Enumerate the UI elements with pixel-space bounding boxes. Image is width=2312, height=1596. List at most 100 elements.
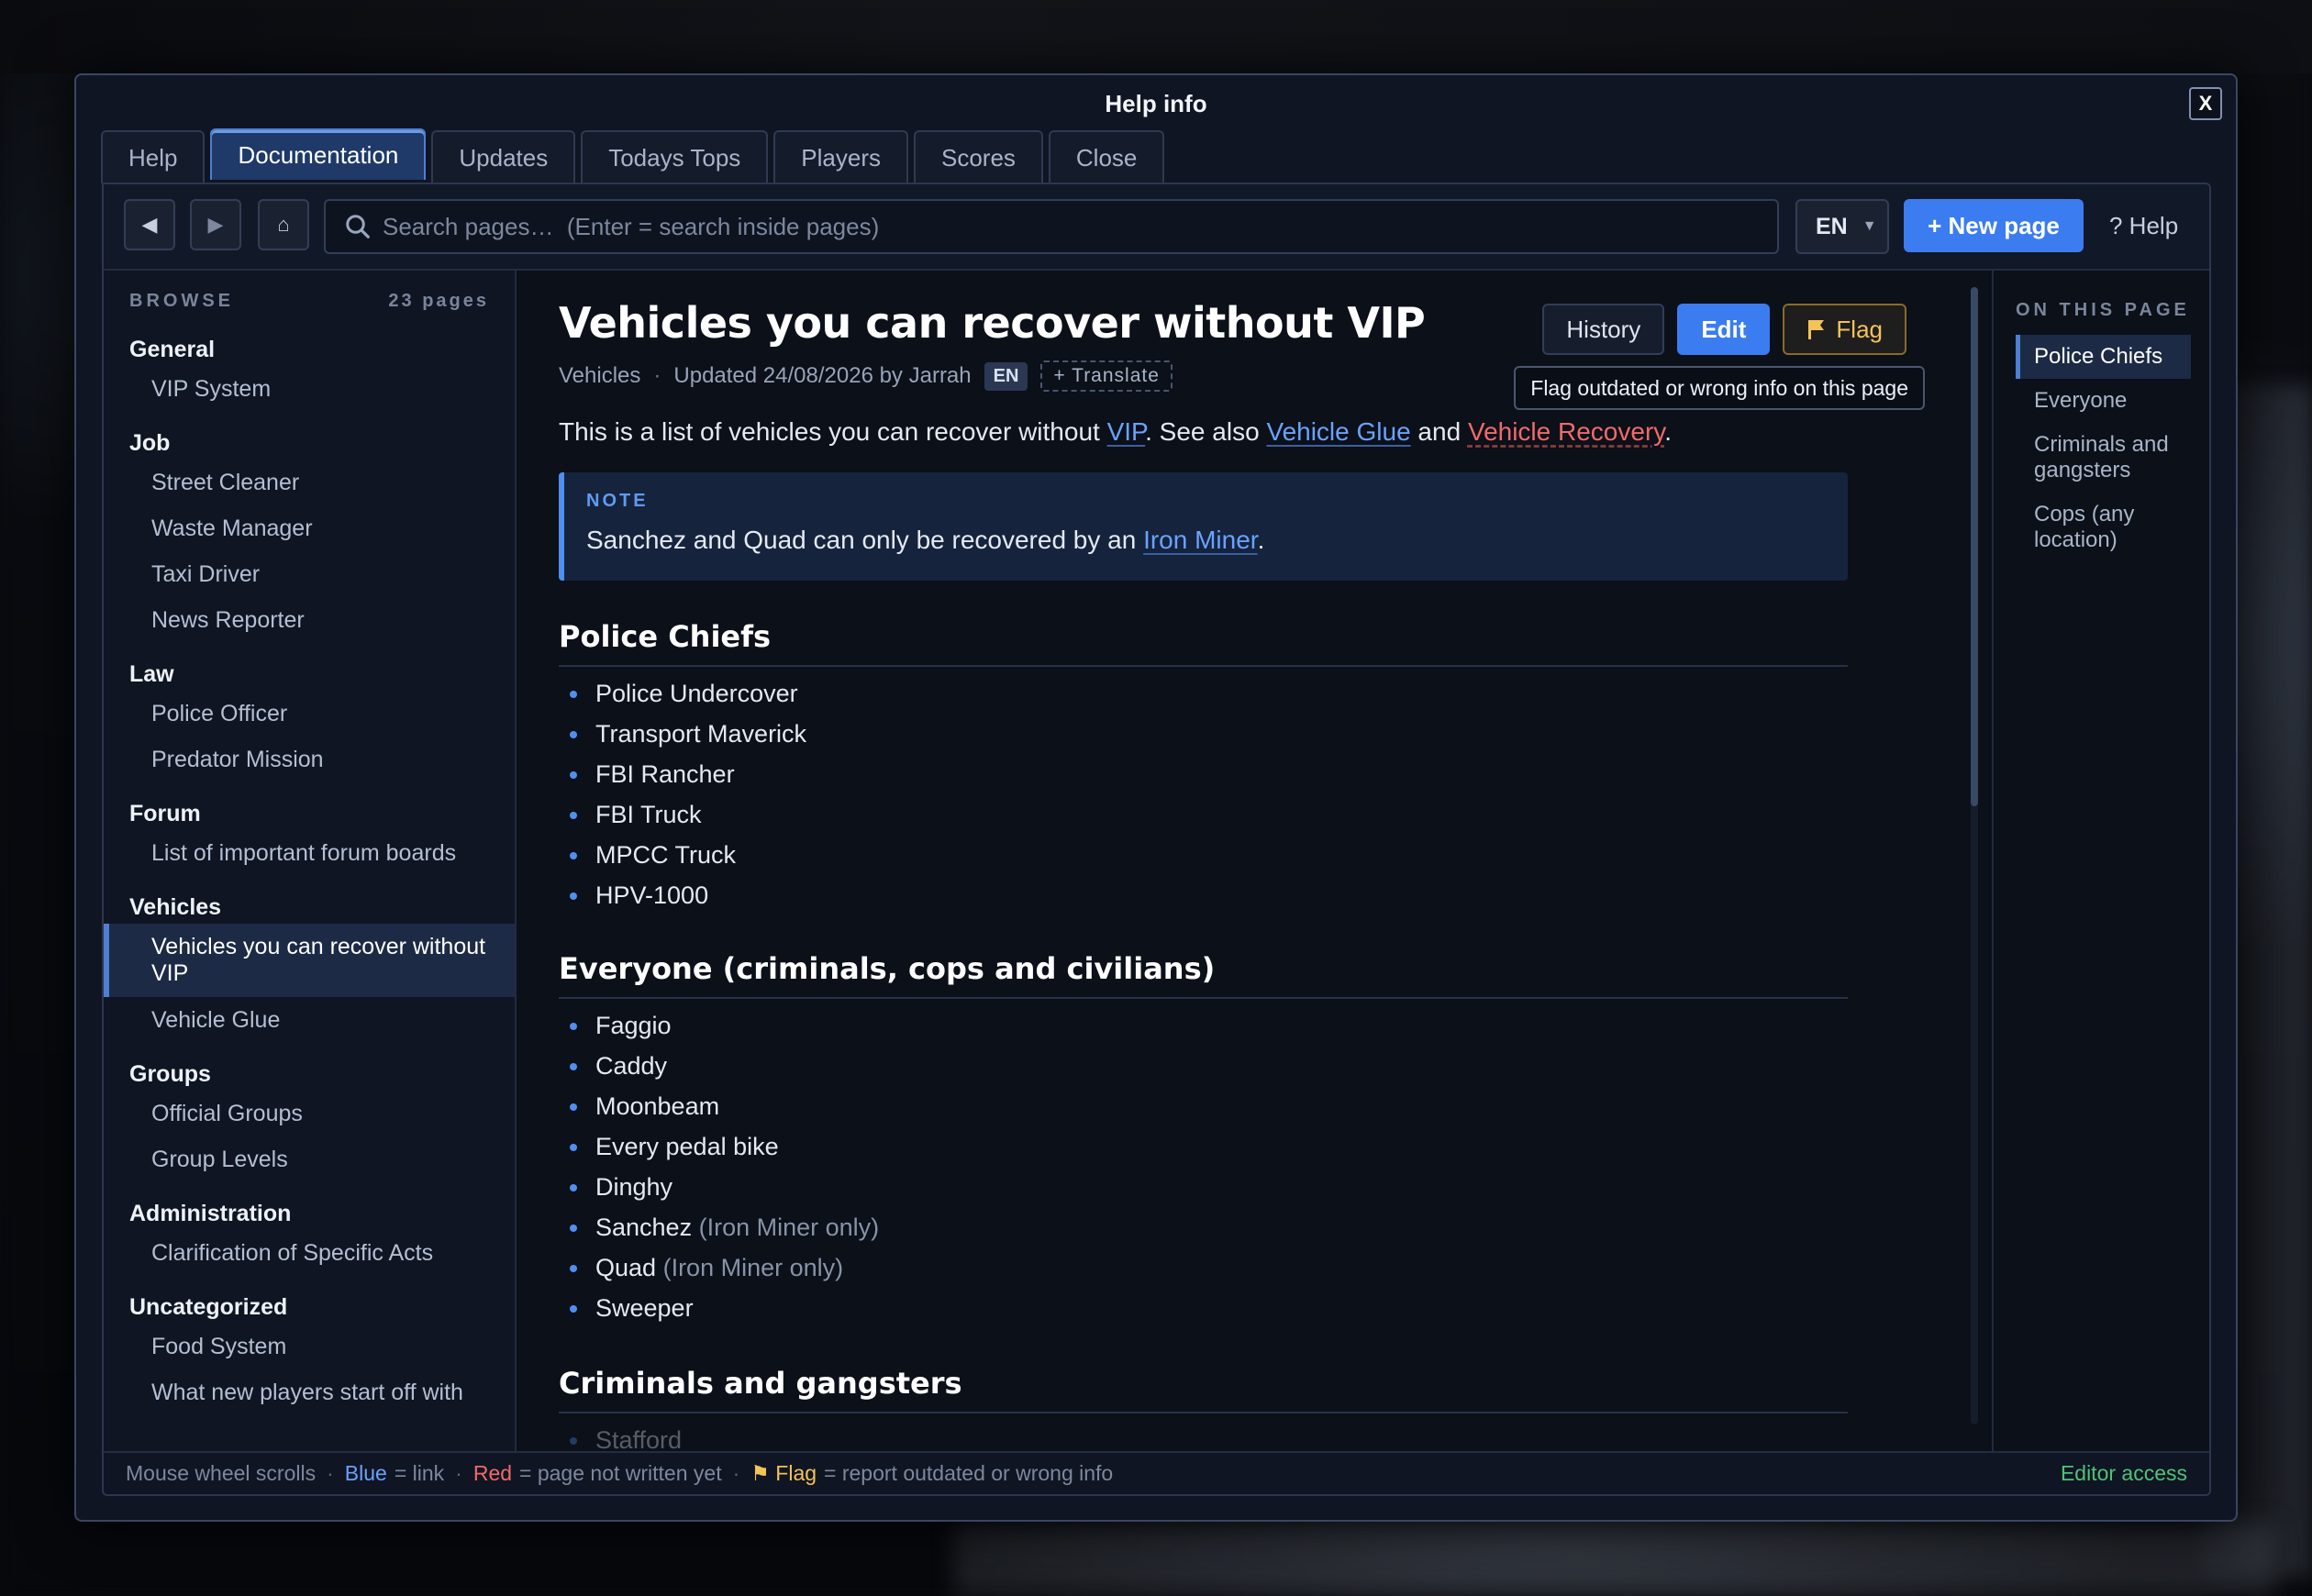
tab-players[interactable]: Players [773,130,908,183]
toc-item-cops[interactable]: Cops (any location) [2016,493,2191,562]
sidebar-item-vehicle-glue[interactable]: Vehicle Glue [104,997,515,1043]
help-window: Help info X Help Documentation Updates T… [74,73,2238,1522]
list-item: Moonbeam [559,1086,879,1126]
tab-close[interactable]: Close [1048,130,1165,183]
tab-todays-tops[interactable]: Todays Tops [581,130,769,183]
list-item: Quad (Iron Miner only) [559,1247,879,1288]
tab-updates[interactable]: Updates [431,130,576,183]
note-text-1: Sanchez and Quad can only be recovered b… [586,526,1144,554]
sidebar-item-food-system[interactable]: Food System [104,1324,515,1369]
new-page-button[interactable]: + New page [1904,199,2084,252]
edit-button[interactable]: Edit [1677,304,1771,355]
scroll-hint: Mouse wheel scrolls [126,1461,317,1485]
sidebar-item-police-officer[interactable]: Police Officer [104,691,515,737]
group-job: Job [129,430,171,456]
note-text: Sanchez and Quad can only be recovered b… [586,526,1264,555]
link-vehicle-glue[interactable]: Vehicle Glue [1266,417,1410,446]
language-value: EN [1816,213,1848,239]
intro-text-3: and [1410,417,1468,446]
list-item: Stafford [559,1420,682,1453]
list-item: MPCC Truck [559,835,806,875]
browse-title: BROWSE [129,291,234,311]
home-icon: ⌂ [277,213,290,236]
updated-info: Updated 24/08/2026 by Jarrah [673,363,972,388]
sidebar-item-official-groups[interactable]: Official Groups [104,1091,515,1136]
search-box[interactable] [324,199,1779,254]
group-administration: Administration [129,1201,292,1226]
language-badge: EN [984,361,1028,391]
link-iron-miner[interactable]: Iron Miner [1143,526,1258,554]
back-button[interactable]: ◀ [124,199,175,250]
language-select[interactable]: EN ▼ [1795,199,1889,254]
sidebar-item-group-levels[interactable]: Group Levels [104,1136,515,1182]
list-item: Dinghy [559,1167,879,1207]
group-forum: Forum [129,801,201,826]
list-item: FBI Rancher [559,754,806,794]
sidebar-item-news-reporter[interactable]: News Reporter [104,597,515,643]
legend-flag-word: Flag [775,1461,817,1485]
legend-red: Red [472,1461,513,1485]
nav-tree: General VIP System Job Street Cleaner Wa… [104,333,515,1415]
flag-icon: ⚑ [750,1461,770,1485]
article-content: Vehicles you can recover without VIP His… [518,271,1954,1453]
content-scrollbar[interactable] [1971,287,1978,1424]
sidebar-item-street-cleaner[interactable]: Street Cleaner [104,460,515,505]
tab-scores[interactable]: Scores [913,130,1043,183]
toc-item-everyone[interactable]: Everyone [2016,379,2191,423]
list-item: Sanchez (Iron Miner only) [559,1207,879,1247]
sidebar-item-vip-system[interactable]: VIP System [104,366,515,412]
tab-help[interactable]: Help [101,130,206,183]
status-bar: Mouse wheel scrolls · Blue = link · Red … [104,1451,2209,1494]
page-meta: Vehicles · Updated 24/08/2026 by Jarrah … [559,360,1173,392]
legend-flag: ⚑ Flag [750,1461,817,1486]
toc-item-criminals[interactable]: Criminals and gangsters [2016,423,2191,493]
group-vehicles: Vehicles [129,894,222,920]
back-arrow-icon: ◀ [141,213,158,236]
browse-header: BROWSE 23 pages [129,291,489,312]
browse-sidebar: BROWSE 23 pages General VIP System Job S… [104,271,517,1453]
status-separator: · [455,1461,462,1485]
breadcrumb-category[interactable]: Vehicles [559,363,640,389]
list-item: FBI Truck [559,794,806,835]
flag-button[interactable]: Flag [1783,304,1906,355]
list-item: Police Undercover [559,673,806,714]
note-callout: NOTE Sanchez and Quad can only be recove… [559,472,1848,581]
link-vehicle-recovery-missing[interactable]: Vehicle Recovery [1468,417,1664,446]
window-close-button[interactable]: X [2189,87,2222,120]
tab-documentation[interactable]: Documentation [210,128,427,180]
background-top-bar [0,0,2312,73]
scrollbar-thumb[interactable] [1971,287,1978,806]
legend-blue-desc: = link [394,1461,445,1485]
toc-item-police-chiefs[interactable]: Police Chiefs [2016,335,2191,379]
sidebar-item-new-players[interactable]: What new players start off with [104,1369,515,1415]
flag-label: Flag [1836,315,1883,343]
sidebar-item-waste-manager[interactable]: Waste Manager [104,505,515,551]
legend-blue: Blue [344,1461,387,1485]
sidebar-item-predator-mission[interactable]: Predator Mission [104,737,515,782]
home-button[interactable]: ⌂ [258,199,309,250]
section-heading-everyone: Everyone (criminals, cops and civilians) [559,951,1848,999]
status-separator: · [732,1461,740,1485]
history-button[interactable]: History [1542,304,1665,355]
sidebar-item-clarification[interactable]: Clarification of Specific Acts [104,1230,515,1276]
forward-button[interactable]: ▶ [190,199,241,250]
toolbar: ◀ ▶ ⌂ EN ▼ + New page ? Help [104,184,2209,271]
translate-button[interactable]: + Translate [1040,360,1173,392]
item-name: Sanchez [595,1214,693,1241]
legend-red-desc: = page not written yet [519,1461,722,1485]
page-title: Vehicles you can recover without VIP [559,298,1426,348]
sidebar-item-vehicles-recover[interactable]: Vehicles you can recover without VIP [104,924,515,997]
group-uncategorized: Uncategorized [129,1294,288,1320]
legend-flag-desc: = report outdated or wrong info [824,1461,1114,1485]
list-item: Transport Maverick [559,714,806,754]
link-vip[interactable]: VIP [1107,417,1146,446]
sidebar-item-forum-boards[interactable]: List of important forum boards [104,830,515,876]
item-note: (Iron Miner only) [662,1254,844,1281]
help-link[interactable]: ? Help [2109,199,2178,252]
search-input[interactable] [383,212,1759,241]
note-text-end: . [1257,526,1265,554]
intro-paragraph: This is a list of vehicles you can recov… [559,417,1672,447]
sidebar-item-taxi-driver[interactable]: Taxi Driver [104,551,515,597]
group-general: General [129,337,216,362]
intro-text-4: . [1664,417,1672,446]
